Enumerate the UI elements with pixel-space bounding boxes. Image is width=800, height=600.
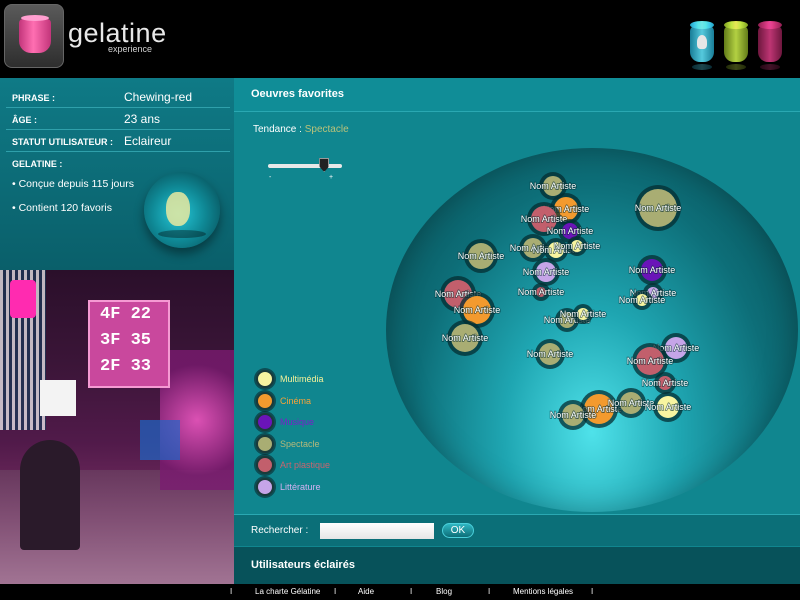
search-bar: Rechercher : OK <box>234 514 800 546</box>
profile-row-age: ÂGE : 23 ans <box>6 108 230 130</box>
photo-blue-light <box>140 420 180 460</box>
artist-name: Nom Artiste <box>523 267 570 277</box>
search-input[interactable] <box>320 523 434 539</box>
legend-item[interactable]: Spectacle <box>256 434 396 455</box>
artist-name: Nom Artiste <box>458 251 505 261</box>
legend-label: Littérature <box>280 481 321 492</box>
sign-line: 4F 22 <box>100 305 152 324</box>
legend-item[interactable]: Cinéma <box>256 391 396 412</box>
footer-link-aide[interactable]: Aide <box>358 587 374 596</box>
slider-max-label: + <box>329 174 334 181</box>
statut-value: Eclaireur <box>124 134 172 148</box>
legend-label: Cinéma <box>280 395 312 406</box>
profile-row-gelatine: GELATINE : <box>6 152 230 174</box>
artist-name: Nom Artiste <box>518 287 565 297</box>
legend-dot-icon <box>256 434 274 453</box>
legend-item[interactable]: Multimédia <box>256 370 396 390</box>
footer-link-mentions[interactable]: Mentions légales <box>513 587 573 596</box>
favorites-titlebar: Oeuvres favorites <box>234 78 800 112</box>
legend-dot-icon <box>256 413 274 431</box>
zoom-slider-track[interactable] <box>268 164 342 168</box>
pink-lamp-icon[interactable] <box>758 26 782 70</box>
artist-name: Nom Artiste <box>527 349 574 359</box>
artist-name: Nom Artiste <box>547 226 594 236</box>
profile-row-phrase: PHRASE : Chewing-red <box>6 86 230 108</box>
legend-label: Multimédia <box>280 374 324 384</box>
age-label: ÂGE : <box>12 115 38 125</box>
header: gelatine experience <box>0 0 800 78</box>
legend-label: Spectacle <box>280 438 320 449</box>
legend-label: Art plastique <box>280 460 331 470</box>
cyan-lamp-icon[interactable] <box>690 26 714 70</box>
artist-name: Nom Artiste <box>442 333 489 343</box>
legend-item[interactable]: Littérature <box>256 477 396 498</box>
legend-item[interactable]: Art plastique <box>256 456 396 476</box>
search-ok-button[interactable]: OK <box>442 523 474 538</box>
tendance-label: Tendance : <box>253 124 302 135</box>
main-panel: Oeuvres favorites Tendance : Spectacle -… <box>234 78 800 584</box>
profile-row-statut: STATUT UTILISATEUR : Eclaireur <box>6 130 230 152</box>
search-label: Rechercher : <box>251 525 309 536</box>
legend-label: Musique <box>280 417 315 427</box>
footer-separator: I <box>230 587 233 596</box>
gelatine-age-item: • Conçue depuis 115 jours <box>12 178 134 190</box>
favorites-globe[interactable] <box>386 148 798 512</box>
profile-panel: PHRASE : Chewing-red ÂGE : 23 ans STATUT… <box>0 78 234 270</box>
artist-name: Nom Artiste <box>550 410 597 420</box>
phrase-value: Chewing-red <box>124 90 193 104</box>
footer-separator: I <box>334 587 337 596</box>
artist-name: Nom Artiste <box>454 305 501 315</box>
footer-separator: I <box>488 587 491 596</box>
sign-line: 3F 35 <box>100 331 152 350</box>
footer-separator: I <box>591 587 594 596</box>
footer: I La charte Gélatine I Aide I Blog I Men… <box>0 584 800 600</box>
photo-white-light <box>40 380 76 416</box>
artist-name: Nom Artiste <box>635 203 682 213</box>
logo[interactable] <box>4 4 64 68</box>
gelatine-orb-icon[interactable] <box>144 172 220 248</box>
tendance-value: Spectacle <box>304 124 349 135</box>
brand-subtitle: experience <box>108 44 153 54</box>
bulb-icon <box>697 35 707 49</box>
artist-name: Nom Artiste <box>627 356 674 366</box>
artist-name: Nom Artiste <box>645 402 692 412</box>
legend-dot-icon <box>256 391 274 410</box>
tendance: Tendance : Spectacle <box>253 124 349 135</box>
age-value: 23 ans <box>124 112 161 126</box>
slider-min-label: - <box>269 174 272 181</box>
favorites-title: Oeuvres favorites <box>251 88 344 100</box>
photo-neon-tube <box>10 280 36 318</box>
artist-name: Nom Artiste <box>619 295 666 305</box>
gelatine-favorites-item: • Contient 120 favoris <box>12 202 112 214</box>
legend-dot-icon <box>256 456 274 474</box>
green-lamp-icon[interactable] <box>724 26 748 70</box>
profile-photo: 4F 22 3F 35 2F 33 <box>0 270 234 584</box>
artist-name: Nom Artiste <box>642 378 689 388</box>
artist-name: Nom Artiste <box>554 241 601 251</box>
artist-name: Nom Artiste <box>530 181 577 191</box>
footer-separator: I <box>410 587 413 596</box>
artist-name: Nom Artiste <box>560 309 607 319</box>
statut-label: STATUT UTILISATEUR : <box>12 137 113 147</box>
legend-dot-icon <box>256 477 274 496</box>
footer-link-blog[interactable]: Blog <box>436 587 452 596</box>
sign-line: 2F 33 <box>100 357 152 376</box>
lamp-logo-icon <box>19 15 51 53</box>
photo-person <box>20 440 80 550</box>
photo-floor-sign: 4F 22 3F 35 2F 33 <box>88 300 170 388</box>
zoom-slider-thumb[interactable] <box>319 158 330 172</box>
legend-dot-icon <box>256 370 274 388</box>
artist-name: Nom Artiste <box>629 265 676 275</box>
artist-bubble[interactable]: Nom Artiste <box>634 185 682 231</box>
phrase-label: PHRASE : <box>12 93 56 103</box>
legend-item[interactable]: Musique <box>256 413 396 433</box>
artist-name: Nom Artiste <box>521 214 568 224</box>
users-bar: Utilisateurs éclairés <box>234 547 800 584</box>
gelatine-label: GELATINE : <box>12 159 63 169</box>
footer-link-charte[interactable]: La charte Gélatine <box>255 587 320 596</box>
users-title[interactable]: Utilisateurs éclairés <box>251 559 355 571</box>
